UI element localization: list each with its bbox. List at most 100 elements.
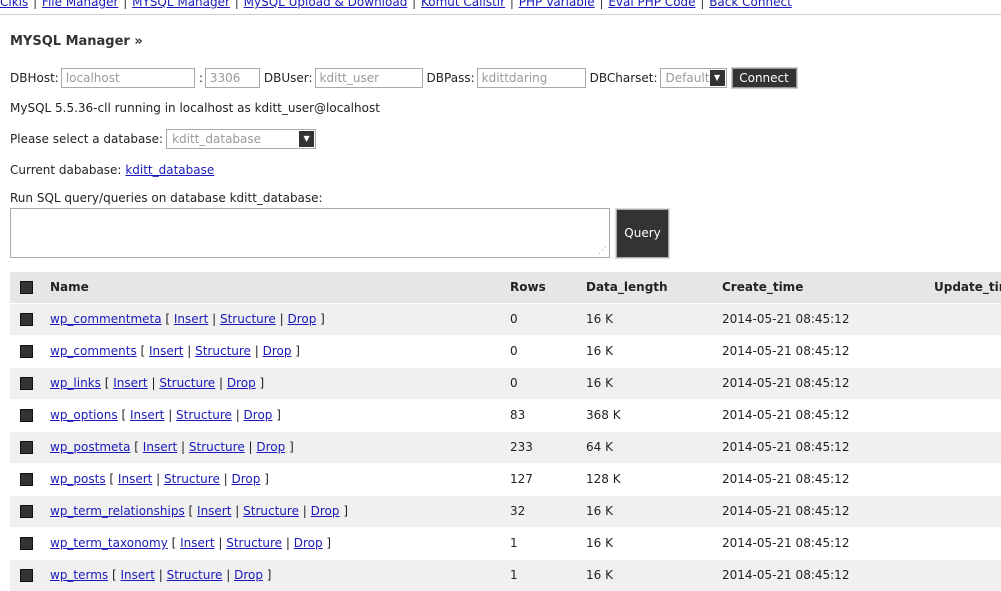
- insert-link[interactable]: Insert: [118, 472, 152, 486]
- structure-link[interactable]: Structure: [176, 408, 232, 422]
- row-checkbox[interactable]: [20, 377, 33, 390]
- row-checkbox-cell: [20, 304, 33, 335]
- table-name-cell: wp_term_relationships [ Insert | Structu…: [50, 504, 348, 518]
- chevron-down-icon: ▼: [709, 70, 725, 86]
- drop-link[interactable]: Drop: [294, 536, 323, 550]
- query-button[interactable]: Query: [615, 208, 670, 259]
- table-body: wp_commentmeta [ Insert | Structure | Dr…: [10, 303, 1001, 591]
- menu-back-connect[interactable]: Back Connect: [709, 0, 792, 9]
- row-checkbox[interactable]: [20, 537, 33, 550]
- dbhost-input[interactable]: [60, 68, 195, 88]
- table-name-link[interactable]: wp_postmeta: [50, 440, 130, 454]
- create-time-cell: 2014-05-21 08:45:12: [722, 440, 850, 454]
- menu-mysql-upload-download[interactable]: MySQL Upload & Download: [244, 0, 408, 9]
- drop-link[interactable]: Drop: [232, 472, 261, 486]
- table-name-link[interactable]: wp_options: [50, 408, 118, 422]
- header-data-length: Data_length: [586, 280, 668, 294]
- menu-php-variable[interactable]: PHP Variable: [519, 0, 595, 9]
- charset-select[interactable]: Default ▼: [659, 68, 727, 88]
- structure-link[interactable]: Structure: [220, 312, 276, 326]
- menu-separator: |: [595, 0, 608, 9]
- dbuser-input[interactable]: [314, 68, 423, 88]
- structure-link[interactable]: Structure: [243, 504, 299, 518]
- data-length-cell: 16 K: [586, 504, 613, 518]
- table-name-link[interactable]: wp_term_taxonomy: [50, 536, 168, 550]
- row-filler: [930, 336, 1001, 367]
- drop-link[interactable]: Drop: [227, 376, 256, 390]
- select-all-cell: [20, 272, 33, 303]
- row-checkbox[interactable]: [20, 473, 33, 486]
- table-row: wp_term_taxonomy [ Insert | Structure | …: [10, 527, 1001, 559]
- menu-cikis[interactable]: Cikis: [0, 0, 28, 9]
- database-selector: Please select a database: kditt_database…: [10, 129, 317, 149]
- row-checkbox[interactable]: [20, 313, 33, 326]
- current-database: Current dababase: kditt_database: [10, 163, 214, 177]
- structure-link[interactable]: Structure: [189, 440, 245, 454]
- row-checkbox[interactable]: [20, 409, 33, 422]
- rows-cell: 127: [510, 472, 533, 486]
- table-name-cell: wp_posts [ Insert | Structure | Drop ]: [50, 472, 269, 486]
- table-row: wp_comments [ Insert | Structure | Drop …: [10, 335, 1001, 367]
- rows-cell: 32: [510, 504, 526, 518]
- rows-cell: 0: [510, 312, 518, 326]
- drop-link[interactable]: Drop: [311, 504, 340, 518]
- table-name-link[interactable]: wp_links: [50, 376, 101, 390]
- structure-link[interactable]: Structure: [164, 472, 220, 486]
- table-name-link[interactable]: wp_comments: [50, 344, 137, 358]
- database-select[interactable]: kditt_database ▼: [166, 129, 317, 149]
- menu-separator: |: [119, 0, 132, 9]
- sql-query-textarea[interactable]: ⋰: [10, 208, 610, 258]
- header-rows: Rows: [510, 280, 546, 294]
- row-checkbox[interactable]: [20, 505, 33, 518]
- page-title: MYSQL Manager »: [10, 34, 143, 49]
- drop-link[interactable]: Drop: [234, 568, 263, 582]
- data-length-cell: 16 K: [586, 344, 613, 358]
- insert-link[interactable]: Insert: [197, 504, 231, 518]
- resize-grip-icon[interactable]: ⋰: [598, 247, 607, 256]
- menu-eval-php-code[interactable]: Eval PHP Code: [608, 0, 695, 9]
- menu-separator: |: [506, 0, 518, 9]
- header-create-time: Create_time: [722, 280, 804, 294]
- rows-cell: 1: [510, 568, 518, 582]
- row-filler: [930, 496, 1001, 527]
- select-all-checkbox[interactable]: [20, 281, 33, 294]
- insert-link[interactable]: Insert: [121, 568, 155, 582]
- insert-link[interactable]: Insert: [130, 408, 164, 422]
- create-time-cell: 2014-05-21 08:45:12: [722, 408, 850, 422]
- structure-link[interactable]: Structure: [195, 344, 251, 358]
- row-checkbox[interactable]: [20, 569, 33, 582]
- table-name-link[interactable]: wp_term_relationships: [50, 504, 185, 518]
- drop-link[interactable]: Drop: [287, 312, 316, 326]
- row-filler: [930, 368, 1001, 399]
- row-checkbox[interactable]: [20, 345, 33, 358]
- insert-link[interactable]: Insert: [113, 376, 147, 390]
- table-name-cell: wp_links [ Insert | Structure | Drop ]: [50, 376, 265, 390]
- insert-link[interactable]: Insert: [180, 536, 214, 550]
- structure-link[interactable]: Structure: [167, 568, 223, 582]
- connect-button[interactable]: Connect: [730, 67, 798, 89]
- structure-link[interactable]: Structure: [159, 376, 215, 390]
- data-length-cell: 16 K: [586, 312, 613, 326]
- structure-link[interactable]: Structure: [226, 536, 282, 550]
- data-length-cell: 64 K: [586, 440, 613, 454]
- table-row: wp_term_relationships [ Insert | Structu…: [10, 495, 1001, 527]
- drop-link[interactable]: Drop: [244, 408, 273, 422]
- row-filler: [930, 464, 1001, 495]
- menu-file-manager[interactable]: File Manager: [42, 0, 119, 9]
- insert-link[interactable]: Insert: [143, 440, 177, 454]
- insert-link[interactable]: Insert: [174, 312, 208, 326]
- drop-link[interactable]: Drop: [256, 440, 285, 454]
- menu-mysql-manager[interactable]: MYSQL Manager: [132, 0, 230, 9]
- drop-link[interactable]: Drop: [263, 344, 292, 358]
- row-checkbox[interactable]: [20, 441, 33, 454]
- port-input[interactable]: [204, 68, 260, 88]
- insert-link[interactable]: Insert: [149, 344, 183, 358]
- table-name-link[interactable]: wp_posts: [50, 472, 106, 486]
- table-name-link[interactable]: wp_commentmeta: [50, 312, 162, 326]
- menu-komut-calistir[interactable]: Komut Calistir: [421, 0, 505, 9]
- current-database-link[interactable]: kditt_database: [125, 163, 214, 177]
- dbpass-input[interactable]: [476, 68, 586, 88]
- dbhost-label: DBHost:: [10, 71, 59, 85]
- table-name-cell: wp_postmeta [ Insert | Structure | Drop …: [50, 440, 294, 454]
- table-name-link[interactable]: wp_terms: [50, 568, 108, 582]
